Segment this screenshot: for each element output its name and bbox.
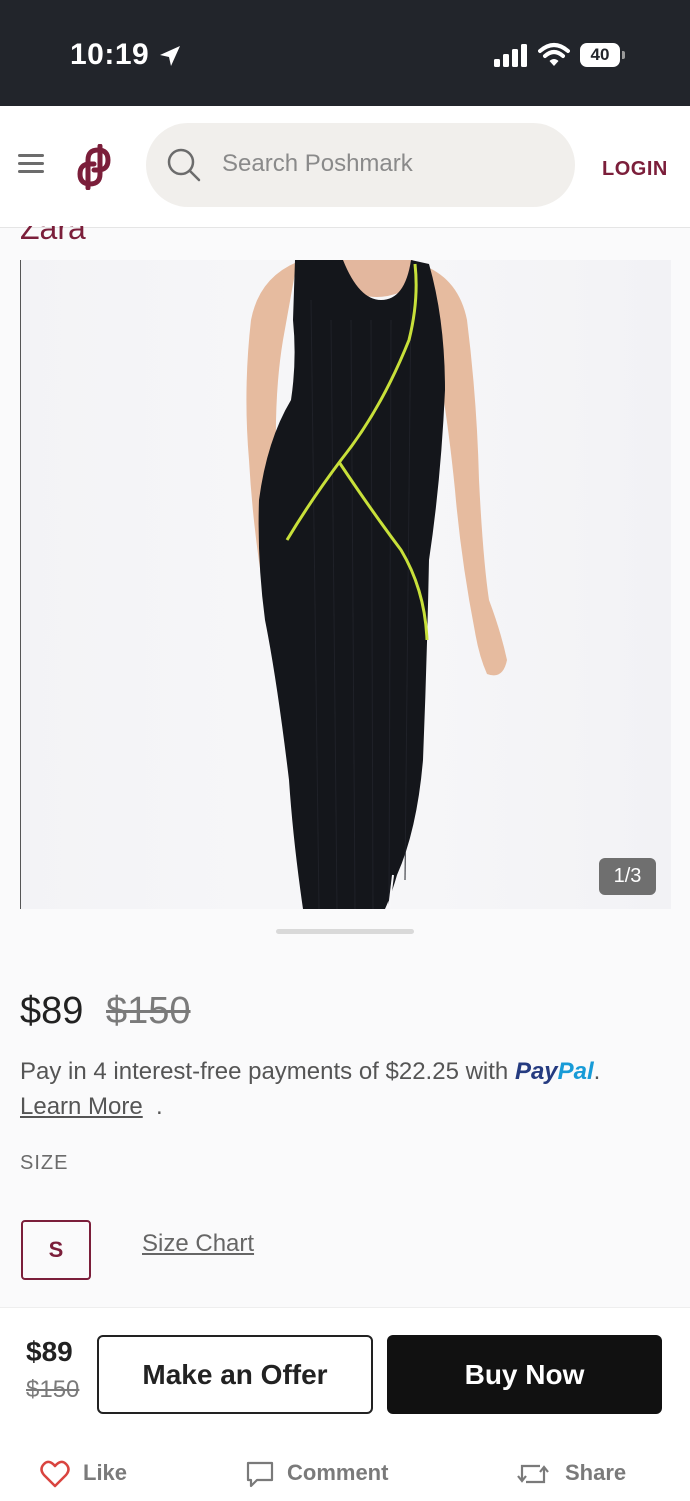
paypal-logo-pal: Pal	[557, 1058, 594, 1085]
paypal-installments-text: Pay in 4 interest-free payments of $22.2…	[20, 1058, 515, 1085]
comment-label: Comment	[287, 1460, 389, 1485]
like-label: Like	[83, 1460, 128, 1485]
status-time: 10:19	[70, 38, 150, 71]
learn-more-link[interactable]: Learn More	[20, 1093, 143, 1121]
search-icon	[167, 148, 201, 182]
battery-icon: 40	[580, 43, 626, 67]
wifi-icon	[538, 43, 570, 66]
make-offer-button[interactable]: Make an Offer	[97, 1335, 373, 1414]
paypal-logo-pay: Pay	[514, 1058, 558, 1085]
paypal-period: .	[593, 1058, 601, 1085]
comment-button[interactable]: Comment	[245, 1458, 405, 1492]
image-pager-indicator	[276, 929, 414, 934]
bottom-original-price: $150	[26, 1376, 80, 1403]
learn-more-period: .	[156, 1093, 163, 1120]
paypal-installments: Pay in 4 interest-free payments of $22.2…	[20, 1058, 600, 1086]
battery-nub	[622, 51, 625, 59]
size-option-s[interactable]: S	[21, 1220, 91, 1280]
search-bar[interactable]	[146, 123, 575, 207]
listing-price: $89	[20, 990, 84, 1032]
battery-level: 40	[580, 43, 620, 67]
buy-now-button[interactable]: Buy Now	[387, 1335, 662, 1414]
image-counter: 1/3	[599, 858, 656, 895]
search-input[interactable]	[222, 143, 552, 185]
share-button[interactable]: Share	[516, 1458, 636, 1492]
cellular-signal-icon	[494, 44, 527, 67]
bottom-price: $89	[26, 1336, 73, 1367]
comment-icon	[246, 1461, 274, 1488]
share-label: Share	[565, 1460, 627, 1485]
size-heading: SIZE	[20, 1152, 69, 1174]
like-button[interactable]: Like	[40, 1458, 140, 1492]
size-chart-link[interactable]: Size Chart	[142, 1230, 254, 1258]
login-link[interactable]: LOGIN	[602, 158, 668, 181]
share-icon	[517, 1464, 549, 1484]
listing-original-price: $150	[106, 990, 191, 1032]
menu-icon[interactable]	[18, 154, 44, 174]
app-header: LOGIN	[0, 106, 690, 228]
paypal-logo: PayPal	[515, 1058, 594, 1085]
location-arrow-icon	[160, 46, 180, 66]
product-image[interactable]	[20, 260, 671, 909]
dress-photo	[21, 260, 671, 909]
status-bar: 10:19 40	[0, 0, 690, 106]
poshmark-logo-icon[interactable]	[74, 144, 114, 190]
heart-icon	[40, 1460, 70, 1488]
